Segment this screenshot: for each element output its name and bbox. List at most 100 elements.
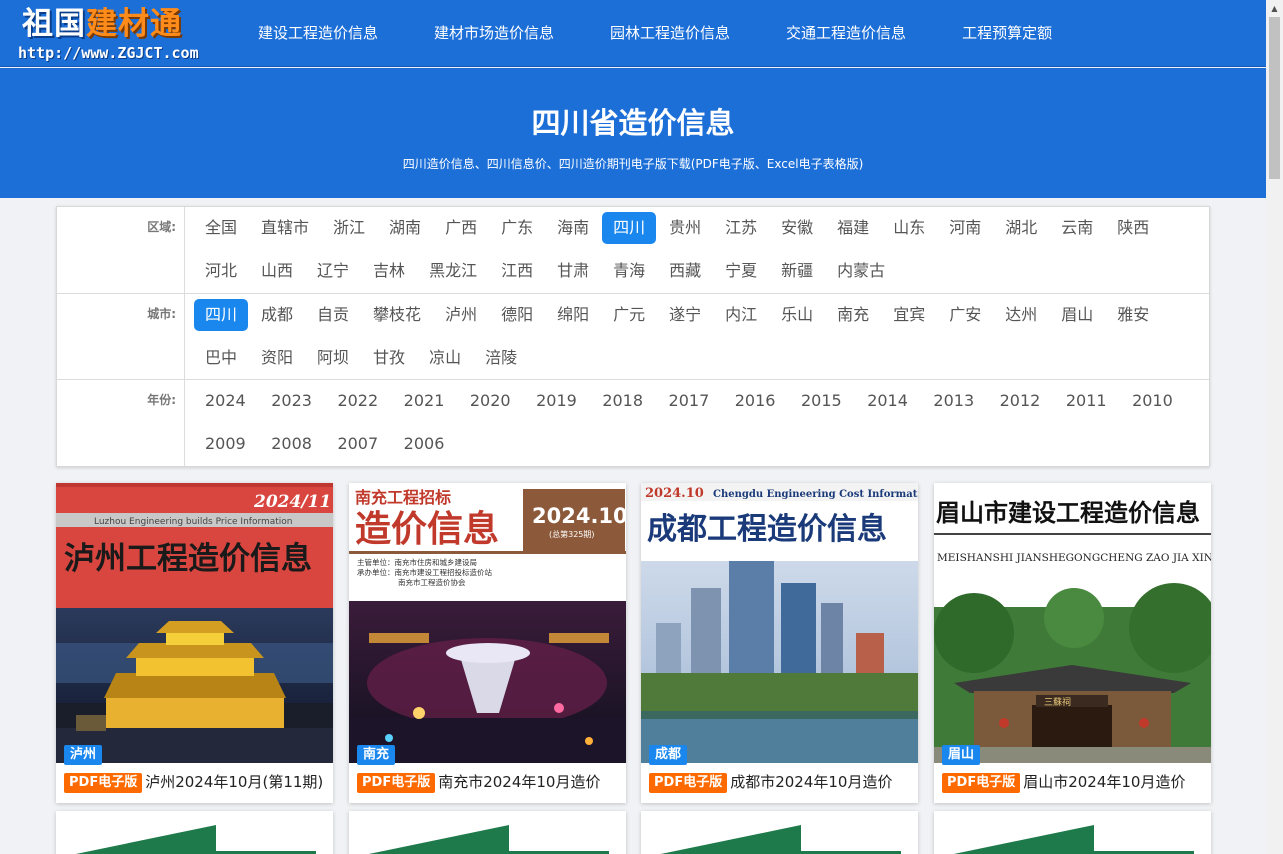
region-option[interactable]: 浙江	[322, 212, 376, 244]
city-option[interactable]: 阿坝	[306, 342, 360, 374]
region-option[interactable]: 直辖市	[250, 212, 320, 244]
city-option[interactable]: 眉山	[1050, 299, 1104, 331]
year-option[interactable]: 2007	[326, 428, 389, 460]
city-option[interactable]: 南充	[826, 299, 880, 331]
card-title[interactable]: PDF电子版 眉山市2024年10月造价	[942, 771, 1207, 793]
year-option[interactable]: 2014	[856, 385, 919, 417]
card-title-text[interactable]: 眉山市2024年10月造价	[1023, 773, 1185, 791]
region-option[interactable]: 黑龙江	[418, 255, 488, 287]
publication-card-nanchong[interactable]: 南充工程招标 造价信息 2024.10 (总第325期) 主管单位：南充市住房和…	[349, 483, 626, 803]
year-option[interactable]: 2024	[194, 385, 257, 417]
region-option[interactable]: 云南	[1050, 212, 1104, 244]
city-option[interactable]: 广安	[938, 299, 992, 331]
city-option[interactable]: 自贡	[306, 299, 360, 331]
publication-card-luzhou[interactable]: 2024/11 Luzhou Engineering builds Price …	[56, 483, 333, 803]
region-option[interactable]: 青海	[602, 255, 656, 287]
card-title-text[interactable]: 南充市2024年10月造价	[438, 773, 600, 791]
region-option[interactable]: 贵州	[658, 212, 712, 244]
cover-image-chengdu[interactable]: 2024.10 Chengdu Engineering Cost Informa…	[641, 483, 918, 763]
city-option[interactable]: 成都	[250, 299, 304, 331]
year-option[interactable]: 2012	[989, 385, 1052, 417]
region-option[interactable]: 甘肃	[546, 255, 600, 287]
region-option[interactable]: 四川	[602, 212, 657, 244]
publication-card-partial[interactable]	[349, 811, 626, 854]
city-option[interactable]: 巴中	[194, 342, 248, 374]
year-option[interactable]: 2016	[724, 385, 787, 417]
city-option[interactable]: 宜宾	[882, 299, 936, 331]
city-option[interactable]: 广元	[602, 299, 656, 331]
year-option[interactable]: 2020	[459, 385, 522, 417]
region-option[interactable]: 西藏	[658, 255, 712, 287]
year-option[interactable]: 2023	[260, 385, 323, 417]
city-option[interactable]: 德阳	[490, 299, 544, 331]
year-option[interactable]: 2010	[1121, 385, 1184, 417]
city-option[interactable]: 涪陵	[474, 342, 528, 374]
city-option[interactable]: 四川	[194, 299, 249, 331]
year-option[interactable]: 2009	[194, 428, 257, 460]
city-option[interactable]: 乐山	[770, 299, 824, 331]
region-option[interactable]: 广东	[490, 212, 544, 244]
region-option[interactable]: 广西	[434, 212, 488, 244]
region-option[interactable]: 河南	[938, 212, 992, 244]
region-tag[interactable]: 南充	[357, 745, 396, 765]
year-option[interactable]: 2017	[658, 385, 721, 417]
region-option[interactable]: 山东	[882, 212, 936, 244]
nav-landscape-cost[interactable]: 园林工程造价信息	[582, 0, 758, 67]
region-option[interactable]: 江西	[490, 255, 544, 287]
region-option[interactable]: 陕西	[1106, 212, 1160, 244]
card-title[interactable]: PDF电子版 南充市2024年10月造价	[357, 771, 622, 793]
publication-card-meishan[interactable]: 眉山市建设工程造价信息 MEISHANSHI JIANSHEGONGCHENG …	[934, 483, 1211, 803]
card-title-text[interactable]: 成都市2024年10月造价	[730, 773, 892, 791]
year-option[interactable]: 2011	[1055, 385, 1118, 417]
scroll-up-arrow-icon[interactable]: ▲	[1266, 0, 1283, 17]
region-option[interactable]: 全国	[194, 212, 248, 244]
year-option[interactable]: 2022	[326, 385, 389, 417]
scroll-thumb[interactable]	[1269, 17, 1280, 179]
region-option[interactable]: 湖南	[378, 212, 432, 244]
city-option[interactable]: 凉山	[418, 342, 472, 374]
city-option[interactable]: 攀枝花	[362, 299, 432, 331]
region-tag[interactable]: 眉山	[942, 745, 981, 765]
publication-card-chengdu[interactable]: 2024.10 Chengdu Engineering Cost Informa…	[641, 483, 918, 803]
region-tag[interactable]: 泸州	[64, 745, 103, 765]
region-option[interactable]: 福建	[826, 212, 880, 244]
site-logo[interactable]: 祖国建材通 http://www.ZGJCT.com	[18, 6, 227, 62]
card-title[interactable]: PDF电子版 成都市2024年10月造价	[649, 771, 914, 793]
city-option[interactable]: 遂宁	[658, 299, 712, 331]
year-option[interactable]: 2021	[393, 385, 456, 417]
card-title-text[interactable]: 泸州2024年10月(第11期)	[145, 773, 323, 791]
year-option[interactable]: 2006	[393, 428, 456, 460]
publication-card-partial[interactable]	[641, 811, 918, 854]
year-option[interactable]: 2018	[591, 385, 654, 417]
city-option[interactable]: 绵阳	[546, 299, 600, 331]
city-option[interactable]: 雅安	[1106, 299, 1160, 331]
region-option[interactable]: 海南	[546, 212, 600, 244]
region-option[interactable]: 河北	[194, 255, 248, 287]
region-option[interactable]: 内蒙古	[826, 255, 896, 287]
city-option[interactable]: 泸州	[434, 299, 488, 331]
city-option[interactable]: 达州	[994, 299, 1048, 331]
year-option[interactable]: 2019	[525, 385, 588, 417]
cover-image-luzhou[interactable]: 2024/11 Luzhou Engineering builds Price …	[56, 483, 333, 763]
city-option[interactable]: 资阳	[250, 342, 304, 374]
publication-card-partial[interactable]	[934, 811, 1211, 854]
region-tag[interactable]: 成都	[649, 745, 688, 765]
nav-construction-cost[interactable]: 建设工程造价信息	[230, 0, 406, 67]
card-title[interactable]: PDF电子版 泸州2024年10月(第11期)	[64, 771, 329, 793]
region-option[interactable]: 山西	[250, 255, 304, 287]
year-option[interactable]: 2013	[922, 385, 985, 417]
nav-transport-cost[interactable]: 交通工程造价信息	[758, 0, 934, 67]
region-option[interactable]: 新疆	[770, 255, 824, 287]
region-option[interactable]: 湖北	[994, 212, 1048, 244]
page-scrollbar[interactable]: ▲	[1266, 0, 1283, 854]
city-option[interactable]: 内江	[714, 299, 768, 331]
region-option[interactable]: 辽宁	[306, 255, 360, 287]
region-option[interactable]: 江苏	[714, 212, 768, 244]
cover-image-meishan[interactable]: 眉山市建设工程造价信息 MEISHANSHI JIANSHEGONGCHENG …	[934, 483, 1211, 763]
publication-card-partial[interactable]	[56, 811, 333, 854]
cover-image-nanchong[interactable]: 南充工程招标 造价信息 2024.10 (总第325期) 主管单位：南充市住房和…	[349, 483, 626, 763]
region-option[interactable]: 安徽	[770, 212, 824, 244]
region-option[interactable]: 吉林	[362, 255, 416, 287]
year-option[interactable]: 2008	[260, 428, 323, 460]
year-option[interactable]: 2015	[790, 385, 853, 417]
